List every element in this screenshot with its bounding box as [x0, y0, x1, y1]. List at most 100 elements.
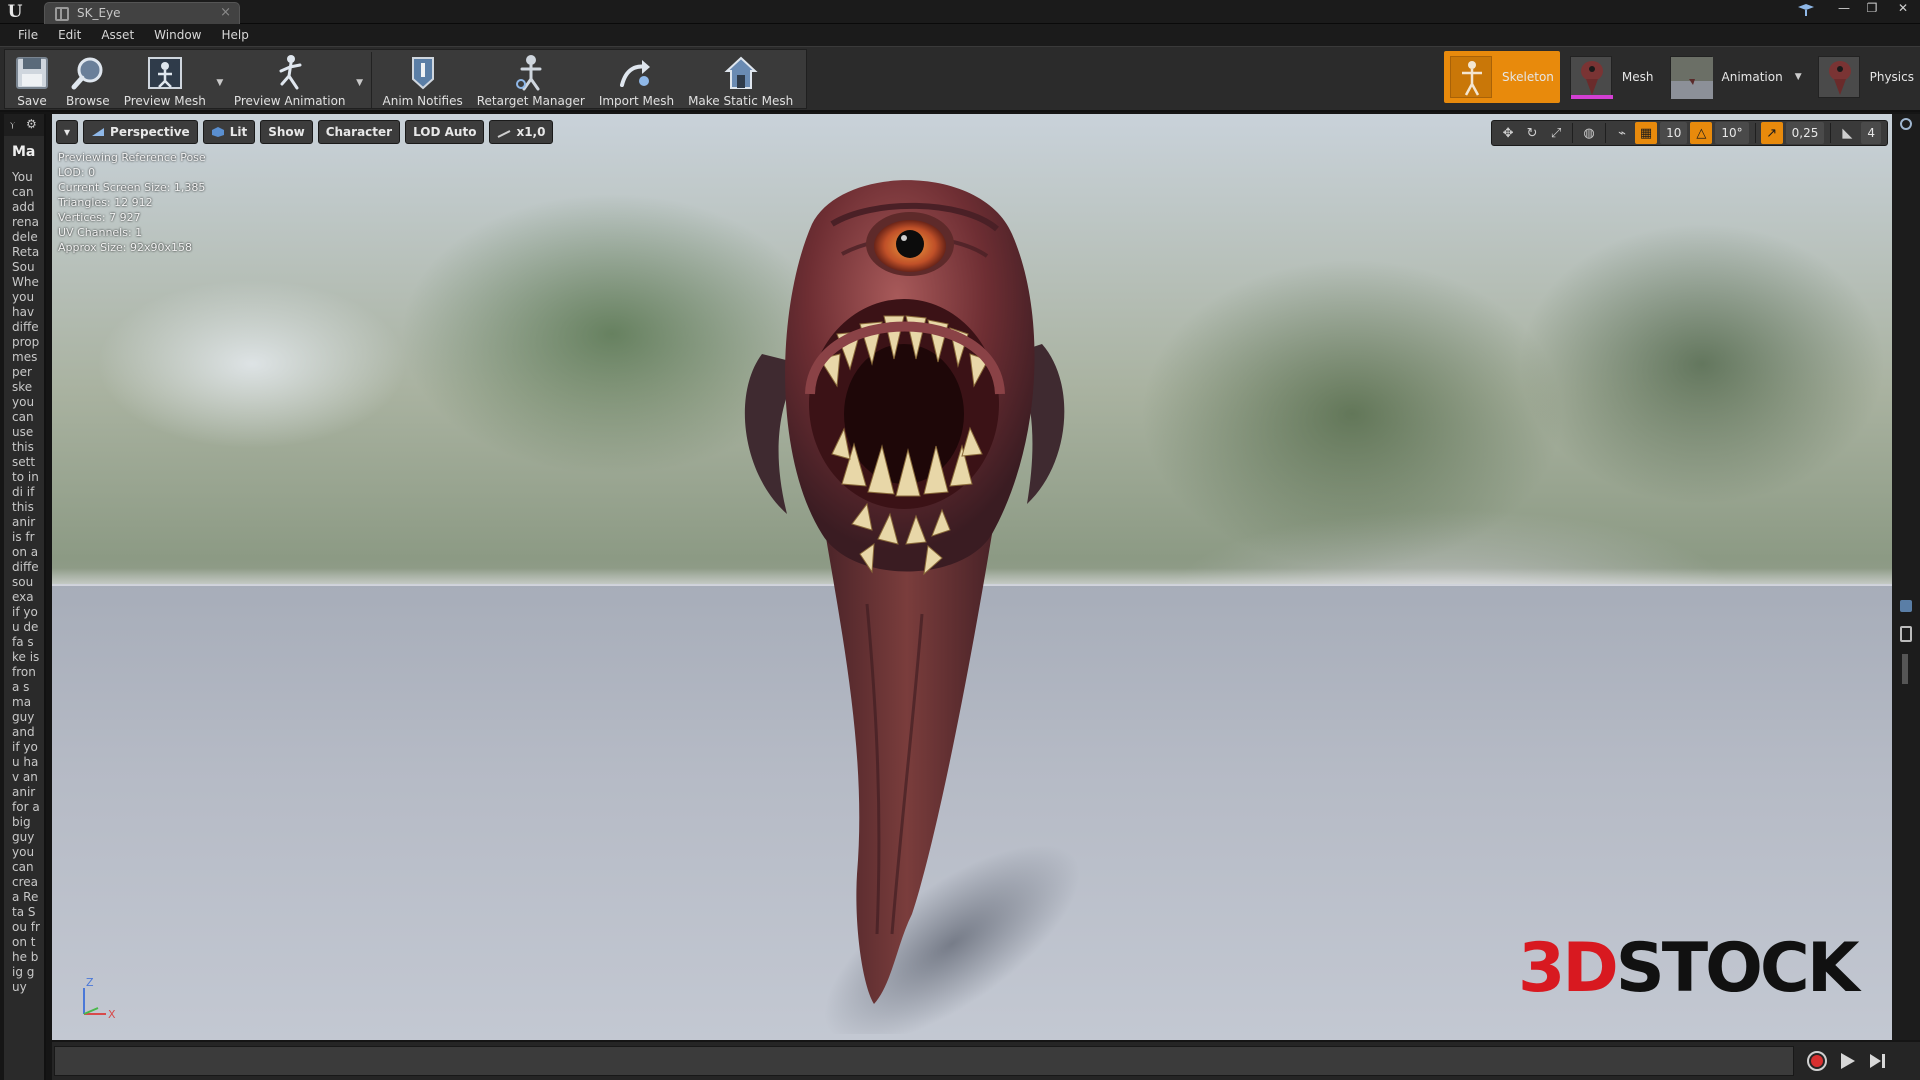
close-window-button[interactable]: ✕	[1886, 0, 1920, 16]
panel-toggle-icon[interactable]	[1900, 600, 1912, 612]
mode-skeleton-label: Skeleton	[1502, 70, 1554, 84]
menu-window[interactable]: Window	[144, 24, 211, 46]
surface-snap-icon[interactable]: ⌁	[1611, 122, 1633, 144]
preview-viewport[interactable]: ▾ Perspective Lit Show Character LOD Aut…	[52, 114, 1892, 1040]
timeline-track[interactable]	[54, 1046, 1794, 1076]
grid-snap-icon[interactable]: ▦	[1635, 122, 1658, 144]
creature-mesh-preview[interactable]	[692, 154, 1112, 1034]
notification-icon[interactable]	[1797, 3, 1815, 17]
scale-snap-icon[interactable]: ↗	[1760, 122, 1783, 144]
grid-snap-value[interactable]: 10	[1660, 122, 1688, 144]
save-icon	[12, 52, 52, 94]
main-toolbar: Save Browse Preview Mesh ▼ Preview Anima…	[0, 46, 1920, 112]
axis-x-label: X	[108, 1008, 116, 1021]
playback-speed-button[interactable]: x1,0	[489, 120, 554, 144]
asset-toolbar: Save Browse Preview Mesh ▼ Preview Anima…	[4, 49, 808, 110]
running-figure-icon	[270, 52, 310, 94]
mode-physics-button[interactable]: Physics	[1812, 51, 1920, 103]
document-tab-label: SK_Eye	[77, 6, 121, 20]
rotation-snap-value[interactable]: 10°	[1715, 122, 1749, 144]
character-button[interactable]: Character	[317, 120, 401, 144]
maximize-button[interactable]: ❐	[1858, 0, 1886, 16]
skeleton-tree-tab-icon[interactable]: ⲩ	[10, 119, 20, 131]
menu-asset[interactable]: Asset	[91, 24, 144, 46]
watermark-3d: 3D	[1518, 929, 1619, 1008]
play-button[interactable]	[1834, 1048, 1860, 1074]
import-mesh-button[interactable]: Import Mesh	[592, 50, 681, 110]
rotate-icon[interactable]: ↻	[1521, 122, 1543, 144]
camera-speed-value[interactable]: 4	[1861, 122, 1881, 144]
lod-button[interactable]: LOD Auto	[405, 120, 485, 144]
record-button[interactable]	[1804, 1048, 1830, 1074]
preview-animation-dropdown-icon[interactable]: ▼	[353, 50, 367, 110]
retarget-manager-button[interactable]: Retarget Manager	[470, 50, 592, 110]
save-label: Save	[17, 94, 47, 108]
preview-mesh-label: Preview Mesh	[123, 94, 206, 108]
show-button[interactable]: Show	[260, 120, 313, 144]
toolbar-separator	[370, 52, 372, 108]
perspective-icon	[92, 128, 105, 136]
import-arrow-icon	[616, 52, 656, 94]
viewport-toolbar-right: ✥ ↻ ⤢ ◍ ⌁ ▦ 10 △ 10° ↗ 0,25 ◣ 4	[1491, 120, 1888, 146]
mode-animation-label: Animation	[1721, 70, 1783, 84]
make-static-mesh-label: Make Static Mesh	[688, 94, 794, 108]
anim-notifies-label: Anim Notifies	[382, 94, 463, 108]
mode-mesh-button[interactable]: Mesh	[1564, 51, 1660, 103]
animation-dropdown-icon[interactable]: ▼	[1795, 72, 1802, 82]
stat-triangles: Triangles: 12 912	[58, 196, 153, 209]
watermark-stock: STOCK	[1615, 929, 1860, 1008]
settings-gear-icon[interactable]: ⚙	[26, 117, 40, 131]
playback-speed-label: x1,0	[516, 125, 546, 139]
anim-notifies-button[interactable]: Anim Notifies	[376, 50, 470, 110]
stat-vertices: Vertices: 7 927	[58, 211, 141, 224]
axis-z-label: Z	[86, 976, 94, 989]
preview-mesh-icon	[145, 52, 185, 94]
tab-close-icon[interactable]: ×	[220, 5, 231, 20]
scale-snap-value[interactable]: 0,25	[1785, 122, 1825, 144]
viewport-toolbar-left: ▾ Perspective Lit Show Character LOD Aut…	[56, 120, 558, 144]
settings-icon[interactable]	[1900, 118, 1912, 130]
skeletal-mesh-icon	[55, 7, 69, 21]
minimize-button[interactable]: —	[1830, 0, 1858, 16]
play-icon	[1841, 1053, 1855, 1069]
mesh-mode-thumbnail	[1569, 56, 1613, 99]
menu-help[interactable]: Help	[211, 24, 258, 46]
step-forward-button[interactable]	[1864, 1048, 1890, 1074]
preview-mesh-dropdown-icon[interactable]: ▼	[213, 50, 227, 110]
menu-bar: File Edit Asset Window Help	[0, 24, 1920, 46]
rotation-snap-icon[interactable]: △	[1690, 122, 1713, 144]
scrollbar-thumb[interactable]	[1902, 654, 1908, 684]
document-tab[interactable]: SK_Eye ×	[44, 2, 240, 24]
scale-icon[interactable]: ⤢	[1545, 122, 1567, 144]
unreal-logo-icon[interactable]: U	[4, 2, 26, 22]
browse-button[interactable]: Browse	[59, 50, 117, 110]
preview-animation-button[interactable]: Preview Animation	[227, 50, 353, 110]
panel-description: You can add rena dele Reta Sou Whe you h…	[12, 170, 40, 994]
world-local-icon[interactable]: ◍	[1578, 122, 1600, 144]
lit-label: Lit	[229, 125, 248, 139]
viewport-options-button[interactable]: ▾	[56, 120, 79, 144]
perspective-button[interactable]: Perspective	[83, 120, 198, 144]
retarget-source-panel: ⲩ ⚙ Ma You can add rena dele Reta Sou Wh…	[4, 114, 46, 1080]
right-edge-strip	[1892, 114, 1920, 1040]
axis-gizmo: Z X	[83, 976, 116, 1021]
editor-mode-bar: Skeleton Mesh Animation ▼ Physics	[1440, 49, 1920, 105]
stat-lod: LOD: 0	[58, 166, 96, 179]
static-mesh-house-icon	[721, 52, 761, 94]
preview-mesh-button[interactable]: Preview Mesh	[117, 50, 213, 110]
transport-controls	[1804, 1048, 1894, 1074]
save-button[interactable]: Save	[5, 50, 59, 110]
menu-edit[interactable]: Edit	[48, 24, 91, 46]
translate-icon[interactable]: ✥	[1497, 122, 1519, 144]
perspective-label: Perspective	[110, 125, 190, 139]
retarget-skeleton-icon	[511, 52, 551, 94]
menu-file[interactable]: File	[8, 24, 48, 46]
camera-speed-icon[interactable]: ◣	[1836, 122, 1858, 144]
lock-icon[interactable]	[1900, 626, 1912, 642]
toolbar-separator	[1830, 123, 1832, 143]
make-static-mesh-button[interactable]: Make Static Mesh	[681, 50, 800, 110]
lit-mode-button[interactable]: Lit	[202, 120, 256, 144]
mode-skeleton-button[interactable]: Skeleton	[1444, 51, 1560, 103]
mode-animation-button[interactable]: Animation ▼	[1664, 51, 1808, 103]
watermark-logo: 3DSTOCK	[1518, 934, 1860, 1004]
